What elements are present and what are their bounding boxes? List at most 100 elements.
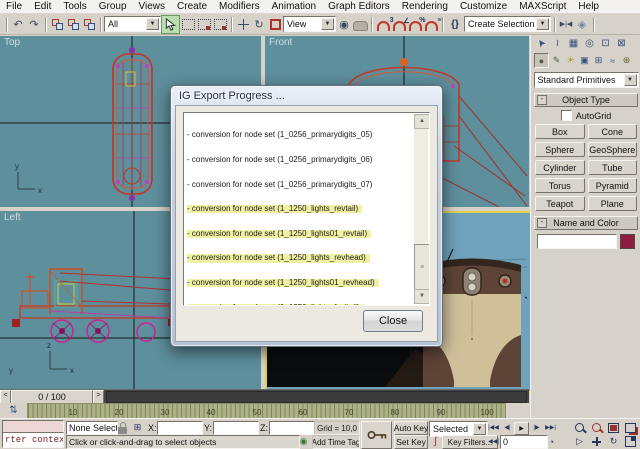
min-max-toggle-icon[interactable] <box>623 435 638 448</box>
set-key-mode-button[interactable] <box>361 421 392 449</box>
category-cameras-icon[interactable]: ▣ <box>578 54 591 67</box>
category-helpers-icon[interactable]: ⊞ <box>592 54 605 67</box>
menu-item-views[interactable]: Views <box>133 0 172 13</box>
dialog-title-bar[interactable]: IG Export Progress ... <box>171 86 442 105</box>
object-type-rollout[interactable]: - Object Type <box>534 93 638 107</box>
redo-icon[interactable]: ↷ <box>26 16 42 32</box>
selection-region-icon[interactable] <box>196 16 212 32</box>
undo-icon[interactable]: ↶ <box>10 16 26 32</box>
cylinder-button[interactable]: Cylinder <box>535 160 585 175</box>
x-coordinate-field[interactable] <box>157 421 203 435</box>
menu-item-group[interactable]: Group <box>93 0 133 13</box>
select-object-button[interactable] <box>161 15 180 34</box>
menu-item-graph-editors[interactable]: Graph Editors <box>322 0 396 13</box>
export-log-listbox[interactable]: - conversion for node set (1_0256_primar… <box>183 112 430 306</box>
sphere-button[interactable]: Sphere <box>535 142 585 157</box>
select-link-icon[interactable] <box>49 16 65 32</box>
set-key-button[interactable]: Set Key <box>394 435 428 449</box>
select-by-name-icon[interactable] <box>180 16 196 32</box>
category-spacewarps-icon[interactable]: ≈ <box>606 54 619 67</box>
arc-rotate-icon[interactable]: ↻ <box>606 435 621 448</box>
menu-item-tools[interactable]: Tools <box>57 0 92 13</box>
maxscript-mini-listener[interactable]: rter contex <box>2 432 64 448</box>
percent-snap-icon[interactable]: % <box>407 16 423 32</box>
autogrid-checkbox[interactable] <box>561 110 572 121</box>
frame-forward-button[interactable]: > <box>93 390 104 404</box>
selection-filter-dropdown[interactable]: All ▼ <box>104 16 161 32</box>
communicate-icon[interactable]: ◉ <box>296 435 311 448</box>
viewport-top-label[interactable]: Top <box>4 37 20 48</box>
menu-item-edit[interactable]: Edit <box>28 0 57 13</box>
dropdown-arrow-icon[interactable]: ▼ <box>146 18 159 30</box>
geosphere-button[interactable]: GeoSphere <box>588 142 638 157</box>
log-scrollbar[interactable]: ▲ ≡ ▼ <box>414 114 428 304</box>
scroll-thumb[interactable]: ≡ <box>414 244 430 292</box>
zoom-icon[interactable] <box>572 421 587 434</box>
pyramid-button[interactable]: Pyramid <box>588 178 638 193</box>
close-button[interactable]: Close <box>363 310 423 332</box>
go-to-end-icon[interactable]: ▶▶| <box>543 421 558 434</box>
viewport-left-label[interactable]: Left <box>4 212 21 223</box>
snap-toggle-3d-icon[interactable]: 3 <box>375 16 391 32</box>
dropdown-arrow-icon[interactable]: ▼ <box>321 18 334 30</box>
scroll-down-icon[interactable]: ▼ <box>414 289 430 304</box>
y-coordinate-field[interactable] <box>213 421 259 435</box>
box-button[interactable]: Box <box>535 124 585 139</box>
viewport-front-label[interactable]: Front <box>269 37 292 48</box>
torus-button[interactable]: Torus <box>535 178 585 193</box>
object-color-swatch[interactable] <box>620 234 635 249</box>
scroll-up-icon[interactable]: ▲ <box>414 114 430 129</box>
tab-motion-icon[interactable]: ◎ <box>582 36 597 50</box>
angle-snap-icon[interactable]: ∠ <box>391 16 407 32</box>
name-color-rollout[interactable]: - Name and Color <box>534 216 638 230</box>
teapot-button[interactable]: Teapot <box>535 196 585 211</box>
add-time-tag[interactable]: Add Time Tag <box>312 435 360 449</box>
use-center-icon[interactable]: ◉ <box>336 16 352 32</box>
rollout-collapse-icon[interactable]: - <box>537 95 547 105</box>
time-slider-handle[interactable]: 0 / 100 <box>11 390 93 404</box>
previous-frame-icon[interactable]: ◀| <box>500 421 515 434</box>
select-rotate-icon[interactable]: ↻ <box>251 16 267 32</box>
time-slider-track[interactable] <box>106 391 527 403</box>
category-lights-icon[interactable]: ☀ <box>564 54 577 67</box>
frame-back-button[interactable]: < <box>0 390 11 404</box>
window-crossing-icon[interactable] <box>212 16 228 32</box>
named-selection-sets-icon[interactable]: {} <box>446 16 464 32</box>
play-button[interactable]: ▶ <box>514 422 529 435</box>
bind-spacewarp-icon[interactable] <box>81 16 97 32</box>
current-frame-field[interactable]: 0 <box>500 435 548 449</box>
tab-modify-icon[interactable]: ≀ <box>550 36 565 50</box>
select-scale-icon[interactable] <box>267 16 283 32</box>
select-manipulate-icon[interactable] <box>352 16 368 32</box>
menu-item-rendering[interactable]: Rendering <box>396 0 454 13</box>
menu-item-maxscript[interactable]: MAXScript <box>513 0 572 13</box>
key-step-icon[interactable]: ◀◀| <box>486 435 501 448</box>
primitives-dropdown[interactable]: Standard Primitives ▼ <box>534 72 639 88</box>
tab-display-icon[interactable]: ⊡ <box>598 36 613 50</box>
menu-item-animation[interactable]: Animation <box>266 0 322 13</box>
select-move-icon[interactable] <box>235 16 251 32</box>
mirror-icon[interactable]: ▶|◀ <box>558 16 574 32</box>
category-shapes-icon[interactable]: ✎ <box>550 54 563 67</box>
category-geometry-icon[interactable]: ● <box>534 53 549 68</box>
z-coordinate-field[interactable] <box>269 421 315 435</box>
category-systems-icon[interactable]: ⊛ <box>620 54 633 67</box>
dropdown-arrow-icon[interactable]: ▼ <box>536 18 549 30</box>
tab-utilities-icon[interactable]: ⊠ <box>614 36 629 50</box>
next-frame-icon[interactable]: |▶ <box>529 421 544 434</box>
align-icon[interactable]: ◈ <box>574 16 590 32</box>
mini-curve-editor-icon[interactable]: ⇅ <box>0 403 27 418</box>
dropdown-arrow-icon[interactable]: ▼ <box>624 74 637 86</box>
spinner-snap-icon[interactable]: ≡ <box>423 16 439 32</box>
tube-button[interactable]: Tube <box>588 160 638 175</box>
zoom-all-icon[interactable] <box>589 421 604 434</box>
dropdown-arrow-icon[interactable]: ▼ <box>473 423 486 435</box>
menu-item-modifiers[interactable]: Modifiers <box>213 0 266 13</box>
rollout-collapse-icon[interactable]: - <box>537 218 547 228</box>
auto-key-button[interactable]: Auto Key <box>394 421 428 435</box>
cone-button[interactable]: Cone <box>588 124 638 139</box>
pan-icon[interactable] <box>589 435 604 448</box>
menu-item-help[interactable]: Help <box>572 0 605 13</box>
zoom-extents-all-icon[interactable] <box>623 421 638 434</box>
go-to-start-icon[interactable]: |◀◀ <box>486 421 501 434</box>
